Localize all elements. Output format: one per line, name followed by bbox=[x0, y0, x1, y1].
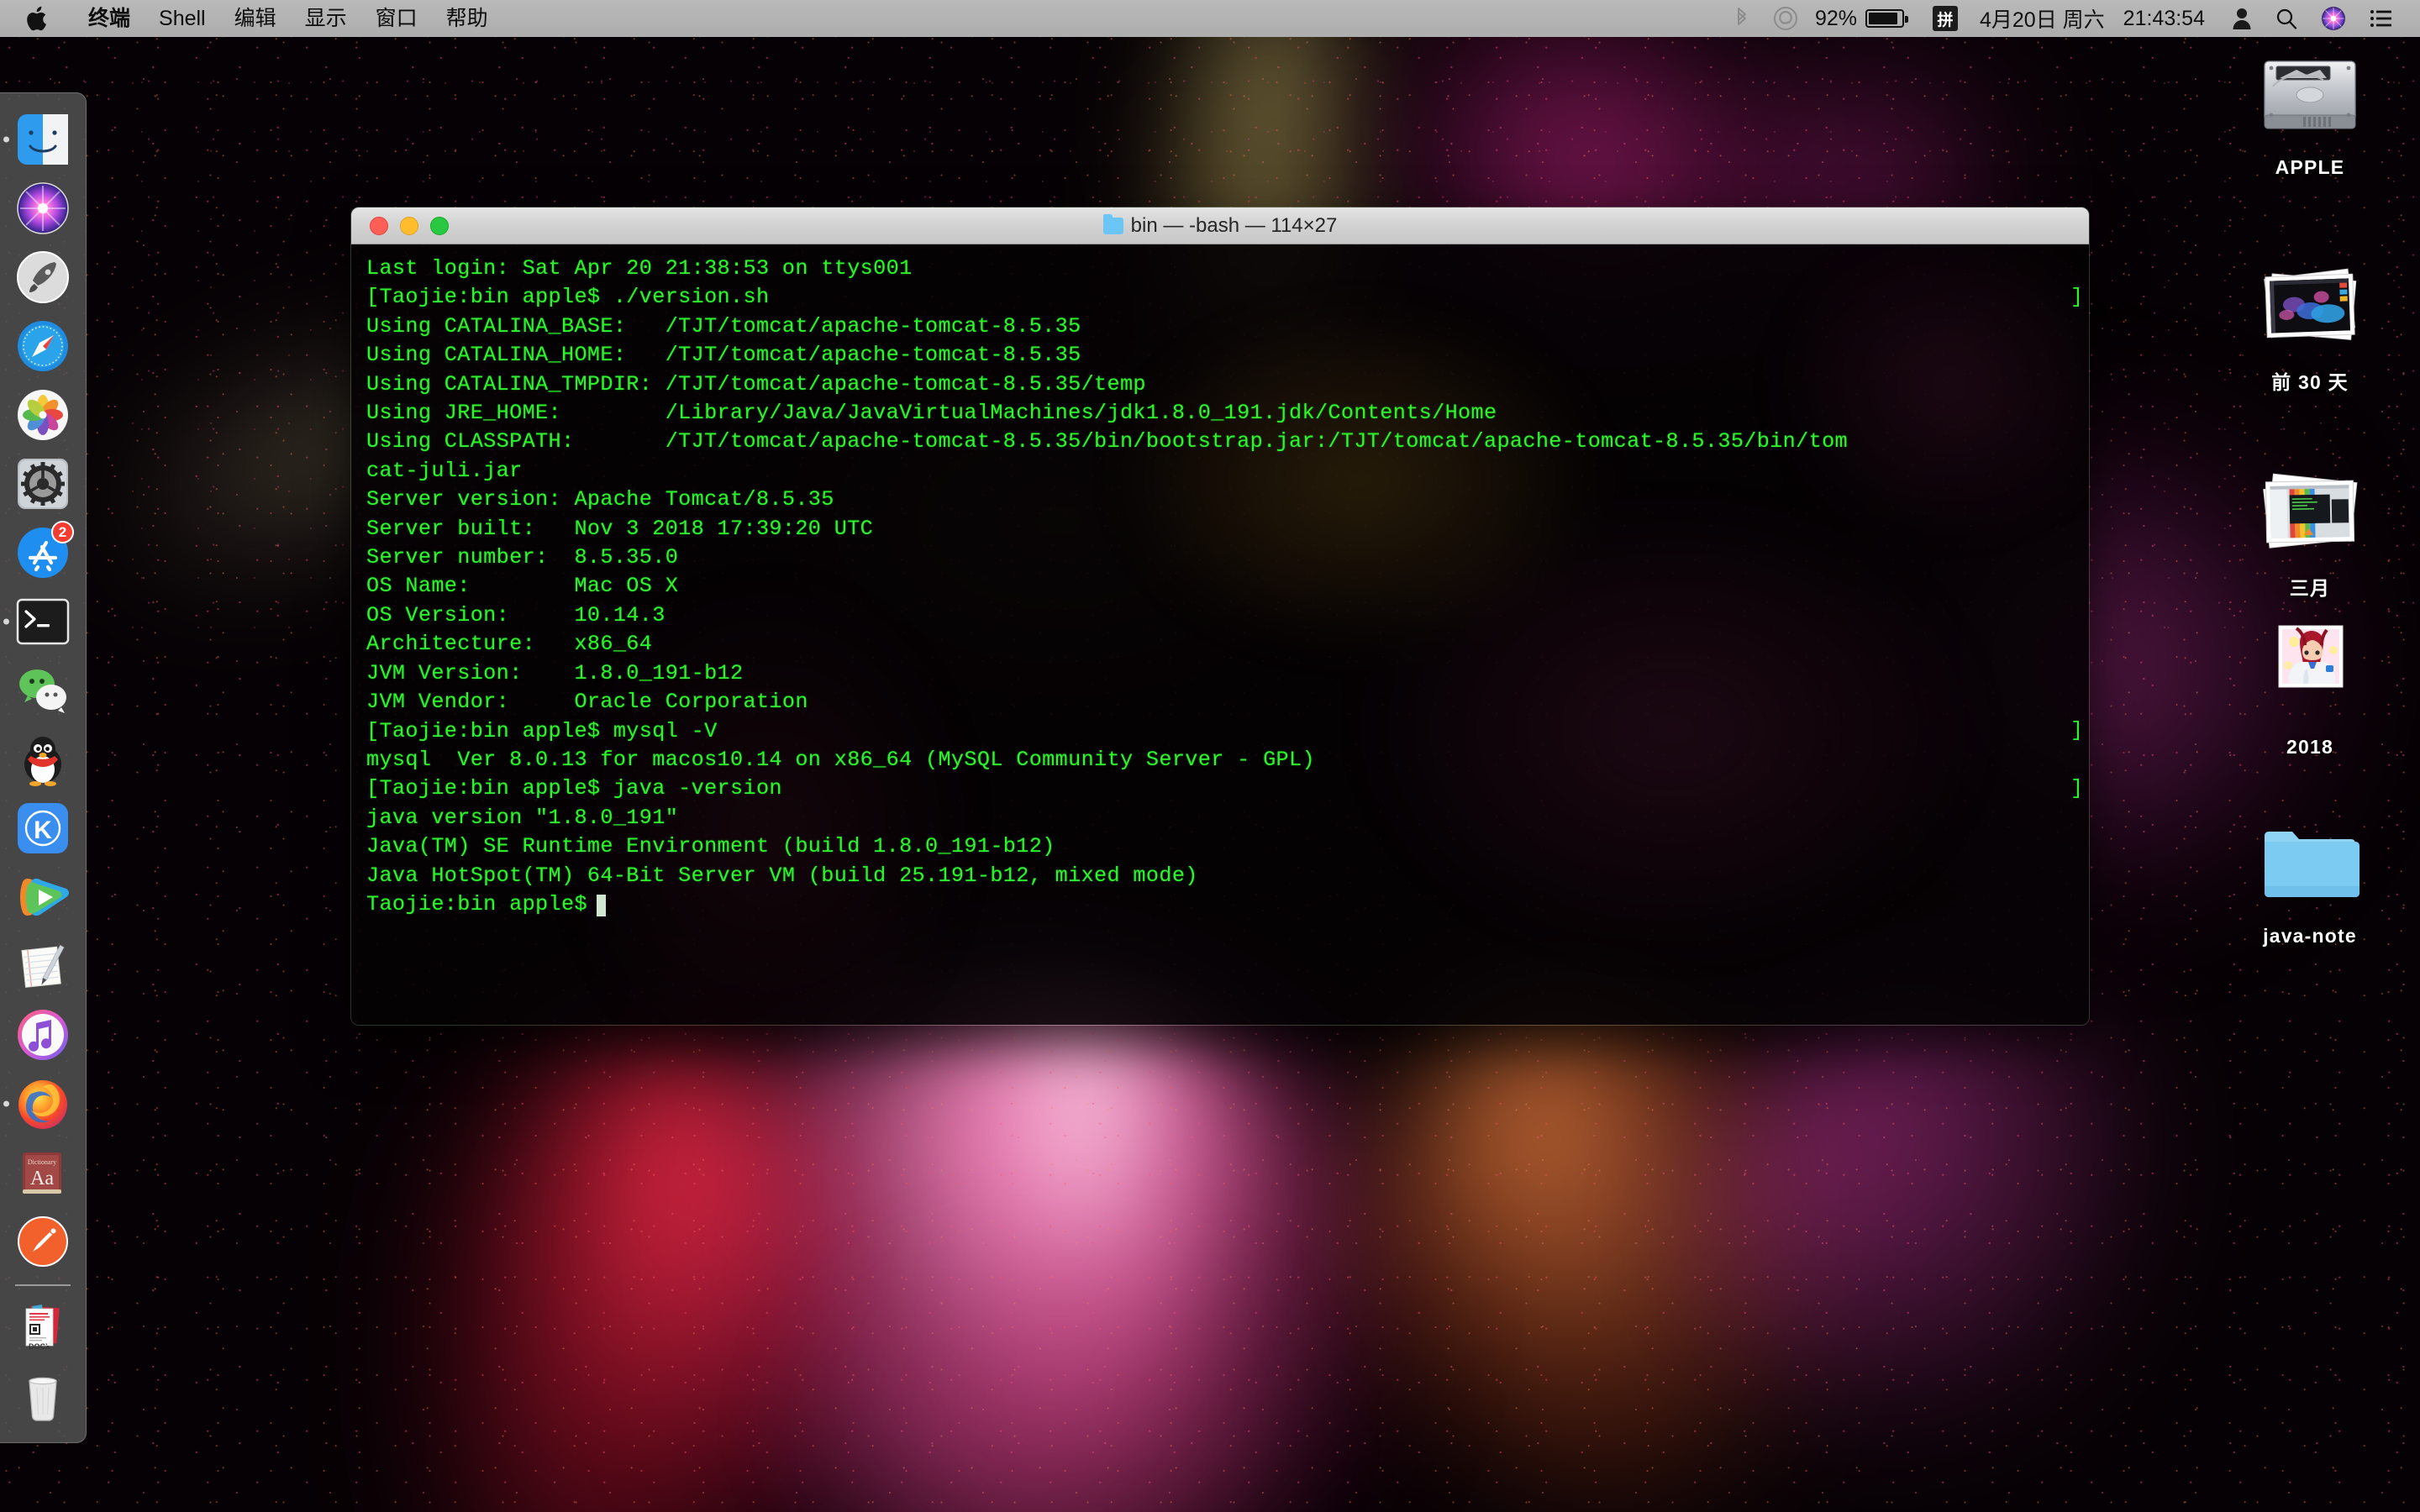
user-account-icon[interactable] bbox=[2232, 7, 2252, 30]
terminal-window[interactable]: bin — -bash — 114×27 Last login: Sat Apr… bbox=[350, 207, 2090, 1026]
wallpaper-burst-orange bbox=[1307, 944, 1903, 1512]
spotlight-search-icon[interactable] bbox=[2275, 8, 2297, 29]
dictionary-book-icon: Dictionary Aa bbox=[23, 1152, 61, 1194]
menu-bar-status-area: 92% 拼 4月20日 周六 21:43:54 bbox=[1723, 3, 2420, 34]
prompt-bracket-right-1: ] bbox=[2070, 285, 2084, 310]
dock-item-photos[interactable] bbox=[13, 386, 72, 444]
apple-logo-icon[interactable] bbox=[27, 4, 52, 33]
block-cursor bbox=[597, 894, 607, 916]
docx-document-icon: DOCX bbox=[25, 1305, 60, 1351]
notes-pad-icon bbox=[21, 944, 65, 988]
terminal-output: Last login: Sat Apr 20 21:38:53 on ttys0… bbox=[366, 256, 1849, 916]
wallpaper-burst-pink bbox=[655, 991, 1412, 1512]
prompt-bracket-right-2: ] bbox=[2070, 718, 2084, 743]
wallpaper-burst-core bbox=[908, 1008, 1260, 1428]
siri-icon bbox=[17, 182, 69, 234]
dock-item-safari[interactable] bbox=[13, 317, 72, 375]
dock-item-tencent-video[interactable] bbox=[13, 868, 72, 927]
running-indicator-dot bbox=[3, 136, 9, 143]
bluetooth-icon[interactable] bbox=[1734, 7, 1749, 30]
launchpad-rocket-icon bbox=[17, 251, 69, 303]
dock-separator bbox=[15, 1284, 71, 1286]
battery-icon[interactable] bbox=[1862, 9, 1908, 28]
photos-pinwheel-icon bbox=[18, 390, 68, 440]
desktop-icon-last-30-days[interactable]: 前 30 天 bbox=[2230, 252, 2390, 395]
airdrop-icon[interactable] bbox=[1773, 6, 1798, 31]
dock-item-launchpad[interactable] bbox=[13, 248, 72, 307]
menubar-date: 4月20日 周六 bbox=[1980, 8, 2105, 32]
desktop-icon-label: java-note bbox=[2263, 925, 2357, 947]
tencent-video-play-icon bbox=[20, 878, 69, 916]
terminal-icon bbox=[16, 598, 70, 645]
dock-item-qq[interactable] bbox=[13, 730, 72, 789]
menu-item-window[interactable]: 窗口 bbox=[361, 0, 432, 37]
terminal-title-text: bin — -bash — 114×27 bbox=[1130, 213, 1338, 237]
dock-item-siri[interactable] bbox=[13, 179, 72, 238]
running-indicator-dot bbox=[3, 1100, 9, 1107]
menu-item-edit[interactable]: 编辑 bbox=[220, 0, 291, 37]
app-store-badge: 2 bbox=[51, 521, 74, 543]
menu-item-terminal[interactable]: 终端 bbox=[74, 0, 145, 37]
kugou-music-icon: K bbox=[18, 803, 68, 853]
siri-icon[interactable] bbox=[2321, 6, 2346, 31]
hard-drive-icon bbox=[2256, 42, 2364, 150]
terminal-title: bin — -bash — 114×27 bbox=[351, 213, 2089, 238]
menu-bar: 终端 Shell 编辑 显示 窗口 帮助 92% 拼 4月20日 周六 21:4… bbox=[0, 0, 2420, 37]
dock-item-finder[interactable] bbox=[3, 110, 72, 169]
finder-icon bbox=[18, 114, 68, 165]
running-indicator-dot bbox=[3, 618, 9, 625]
dock-item-wechat[interactable] bbox=[13, 661, 72, 720]
desktop-icon-2018[interactable]: 2018 bbox=[2230, 622, 2390, 759]
desktop-icon-java-note[interactable]: java-note bbox=[2230, 811, 2390, 948]
dock-item-trash[interactable] bbox=[13, 1367, 72, 1425]
dock-item-docx-file[interactable]: DOCX bbox=[13, 1298, 72, 1357]
menubar-time: 21:43:54 bbox=[2123, 6, 2205, 30]
dock-item-terminal[interactable] bbox=[3, 592, 72, 651]
desktop-icon-apple-drive[interactable]: APPLE bbox=[2230, 42, 2390, 179]
svg-text:Dictionary: Dictionary bbox=[28, 1158, 56, 1166]
battery-percent-label: 92% bbox=[1814, 6, 1857, 30]
qq-penguin-icon bbox=[24, 737, 61, 786]
terminal-title-bar[interactable]: bin — -bash — 114×27 bbox=[351, 207, 2089, 244]
menu-bar-left: 终端 Shell 编辑 显示 窗口 帮助 bbox=[0, 0, 502, 37]
desktop-icon-label: APPLE bbox=[2275, 156, 2345, 178]
folder-icon bbox=[1102, 213, 1123, 234]
notification-center-icon[interactable] bbox=[2370, 8, 2393, 29]
svg-text:DOCX: DOCX bbox=[29, 1342, 50, 1351]
dock: 2 K Dictionary Aa DOCX bbox=[0, 92, 87, 1443]
svg-text:K: K bbox=[34, 816, 52, 844]
menu-item-help[interactable]: 帮助 bbox=[432, 0, 502, 37]
folder-icon bbox=[2256, 811, 2364, 918]
wallpaper-burst-tail bbox=[798, 1294, 1302, 1512]
dock-item-firefox[interactable] bbox=[3, 1074, 72, 1133]
photo-stack-icon bbox=[2256, 458, 2364, 565]
dock-item-dictionary[interactable]: Dictionary Aa bbox=[13, 1143, 72, 1202]
menu-item-view[interactable]: 显示 bbox=[291, 0, 361, 37]
dock-item-kugou[interactable]: K bbox=[13, 799, 72, 858]
input-method-icon[interactable]: 拼 bbox=[1933, 6, 1958, 31]
dock-item-itunes[interactable] bbox=[13, 1005, 72, 1064]
wallpaper-burst-red bbox=[324, 990, 903, 1512]
photo-stack-icon bbox=[2256, 252, 2364, 360]
pen-note-icon bbox=[18, 1216, 68, 1267]
itunes-music-note-icon bbox=[18, 1010, 68, 1060]
desktop-icon-label: 三月 bbox=[2289, 577, 2331, 599]
dock-item-notes[interactable] bbox=[13, 937, 72, 995]
gear-icon bbox=[18, 459, 68, 509]
wechat-icon bbox=[19, 669, 66, 713]
trash-icon bbox=[29, 1377, 57, 1421]
menu-item-shell[interactable]: Shell bbox=[145, 0, 220, 37]
desktop-icon-march[interactable]: 三月 bbox=[2230, 458, 2390, 601]
dock-item-pen-app[interactable] bbox=[13, 1212, 72, 1271]
dock-item-app-store[interactable]: 2 bbox=[13, 521, 74, 582]
safari-compass-icon bbox=[18, 321, 68, 371]
dock-item-system-preferences[interactable] bbox=[13, 454, 72, 513]
terminal-body[interactable]: Last login: Sat Apr 20 21:38:53 on ttys0… bbox=[351, 244, 2089, 1025]
desktop-icon-label: 2018 bbox=[2286, 736, 2333, 758]
prompt-bracket-right-3: ] bbox=[2070, 776, 2084, 801]
picture-thumbnail-icon bbox=[2256, 622, 2364, 729]
desktop-icon-label: 前 30 天 bbox=[2271, 371, 2349, 393]
svg-text:Aa: Aa bbox=[30, 1168, 54, 1189]
firefox-icon bbox=[18, 1080, 67, 1129]
